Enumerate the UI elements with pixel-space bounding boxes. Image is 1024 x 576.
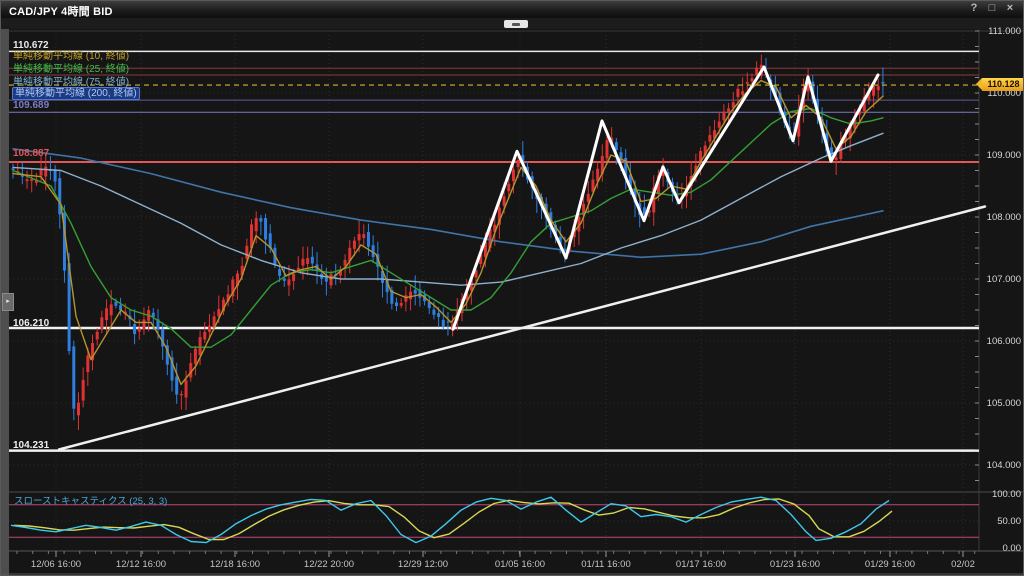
level-label-110672: 110.672 (13, 40, 49, 51)
legend-sma-10[interactable]: 単純移動平均線 (10, 終値) (13, 51, 129, 62)
x-axis-label: 12/18 16:00 (195, 559, 275, 570)
stoch-axis-label: 0.00 (981, 543, 1021, 554)
expand-sidebar-button[interactable]: ▸ (2, 293, 14, 311)
level-label-108887: 108.887 (13, 148, 49, 159)
x-axis-label: 01/05 16:00 (480, 559, 560, 570)
chart-window: CAD/JPY 4時間 BID ? □ × ▸ 110.672 109.689 … (0, 0, 1024, 576)
x-axis-label: 12/29 12:00 (383, 559, 463, 570)
x-axis-label: 01/29 16:00 (850, 559, 930, 570)
stoch-axis-label: 50.00 (981, 516, 1021, 527)
y-axis-label: 104.000 (981, 460, 1021, 471)
y-axis-label: 111.000 (981, 26, 1021, 37)
x-axis-label: 02/02 (923, 559, 1003, 570)
y-axis-label: 105.000 (981, 398, 1021, 409)
x-axis-label: 12/06 16:00 (16, 559, 96, 570)
legend-sma-25[interactable]: 単純移動平均線 (25, 終値) (13, 64, 129, 75)
x-axis-label: 12/12 16:00 (101, 559, 181, 570)
x-axis-label: 01/17 16:00 (661, 559, 741, 570)
y-axis-label: 109.000 (981, 150, 1021, 161)
price-chart[interactable] (1, 1, 1024, 576)
y-axis-label: 108.000 (981, 212, 1021, 223)
level-label-109689: 109.689 (13, 100, 49, 111)
stochastic-label[interactable]: スローストキャスティクス (25, 3, 3) (14, 496, 167, 507)
legend-sma-200-selected[interactable]: 単純移動平均線 (200, 終値) (12, 87, 140, 100)
stoch-axis-label: 100.00 (981, 489, 1021, 500)
current-price-badge: 110.128 (982, 78, 1024, 91)
level-label-106210: 106.210 (13, 318, 49, 329)
x-axis-label: 01/23 16:00 (755, 559, 835, 570)
x-axis-label: 01/11 16:00 (566, 559, 646, 570)
x-axis-label: 12/22 20:00 (289, 559, 369, 570)
y-axis-label: 106.000 (981, 336, 1021, 347)
y-axis-label: 107.000 (981, 274, 1021, 285)
level-label-104231: 104.231 (13, 440, 49, 451)
